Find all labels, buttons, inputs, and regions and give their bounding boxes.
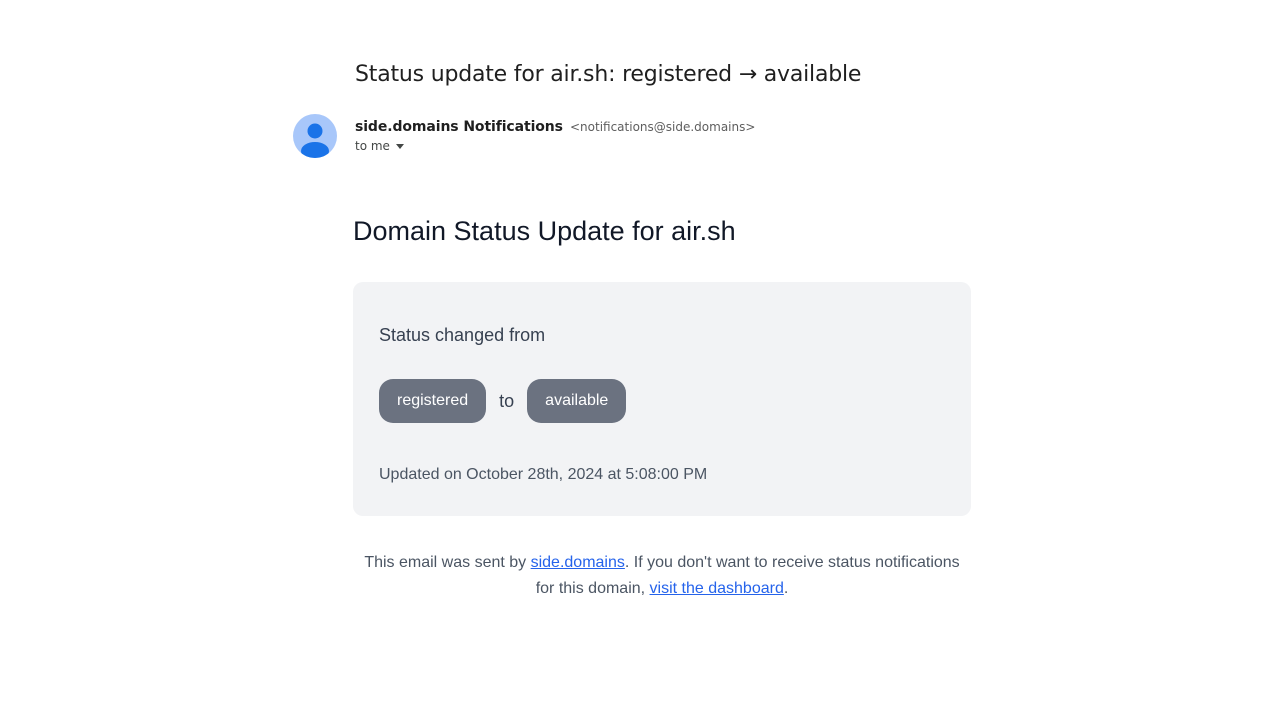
to-status-badge: available [527,379,627,423]
footer-text-1: This email was sent by [364,554,531,571]
sender-avatar[interactable] [293,114,337,158]
person-icon [301,123,329,158]
recipient-toggle[interactable]: to me [355,139,404,153]
status-card: Status changed from registered to availa… [353,282,971,516]
dashboard-link[interactable]: visit the dashboard [650,580,784,597]
content-heading: Domain Status Update for air.sh [353,216,736,246]
status-row: registered to available [379,379,627,423]
sender-email: <notifications@side.domains> [569,120,756,134]
status-changed-label: Status changed from [379,325,546,345]
chevron-down-icon[interactable] [395,144,404,149]
from-status-badge: registered [379,379,487,423]
email-subject: Status update for air.sh: registered → a… [355,62,862,87]
sender-line: side.domains Notifications <notification… [355,116,755,135]
email-footer: This email was sent by side.domains. If … [353,550,971,602]
footer-text-3: . [783,580,789,597]
sender-name[interactable]: side.domains Notifications [355,119,563,135]
to-word: to [499,390,515,411]
updated-timestamp: Updated on October 28th, 2024 at 5:08:00… [379,466,708,483]
recipient-label: to me [355,139,390,153]
side-domains-link[interactable]: side.domains [531,554,625,571]
